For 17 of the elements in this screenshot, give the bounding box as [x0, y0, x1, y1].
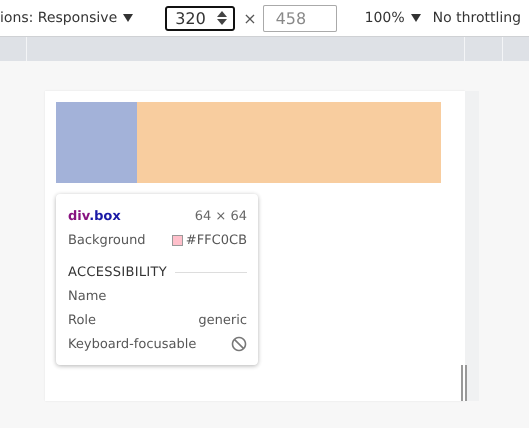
property-label: Role — [68, 312, 96, 328]
width-field[interactable]: 320 — [165, 6, 236, 30]
property-value: generic — [198, 312, 247, 328]
zoom-dropdown[interactable]: 100% — [364, 10, 421, 26]
resize-handle-icon[interactable] — [461, 365, 467, 401]
element-size: 64 × 64 — [194, 208, 247, 224]
spinner-icon[interactable] — [215, 9, 230, 27]
property-label: Background — [68, 232, 146, 248]
property-label: Name — [68, 288, 106, 304]
throttling-dropdown[interactable]: No throttling — [432, 10, 522, 26]
dimensions-dropdown[interactable]: ions: Responsive — [0, 10, 134, 26]
color-value: #FFC0CB — [186, 232, 247, 248]
section-heading: ACCESSIBILITY — [68, 264, 167, 280]
element-selector: div.box — [68, 208, 121, 224]
times-sign: × — [243, 8, 257, 28]
property-label: Keyboard-focusable — [68, 336, 196, 352]
height-field[interactable]: 458 — [262, 4, 337, 32]
